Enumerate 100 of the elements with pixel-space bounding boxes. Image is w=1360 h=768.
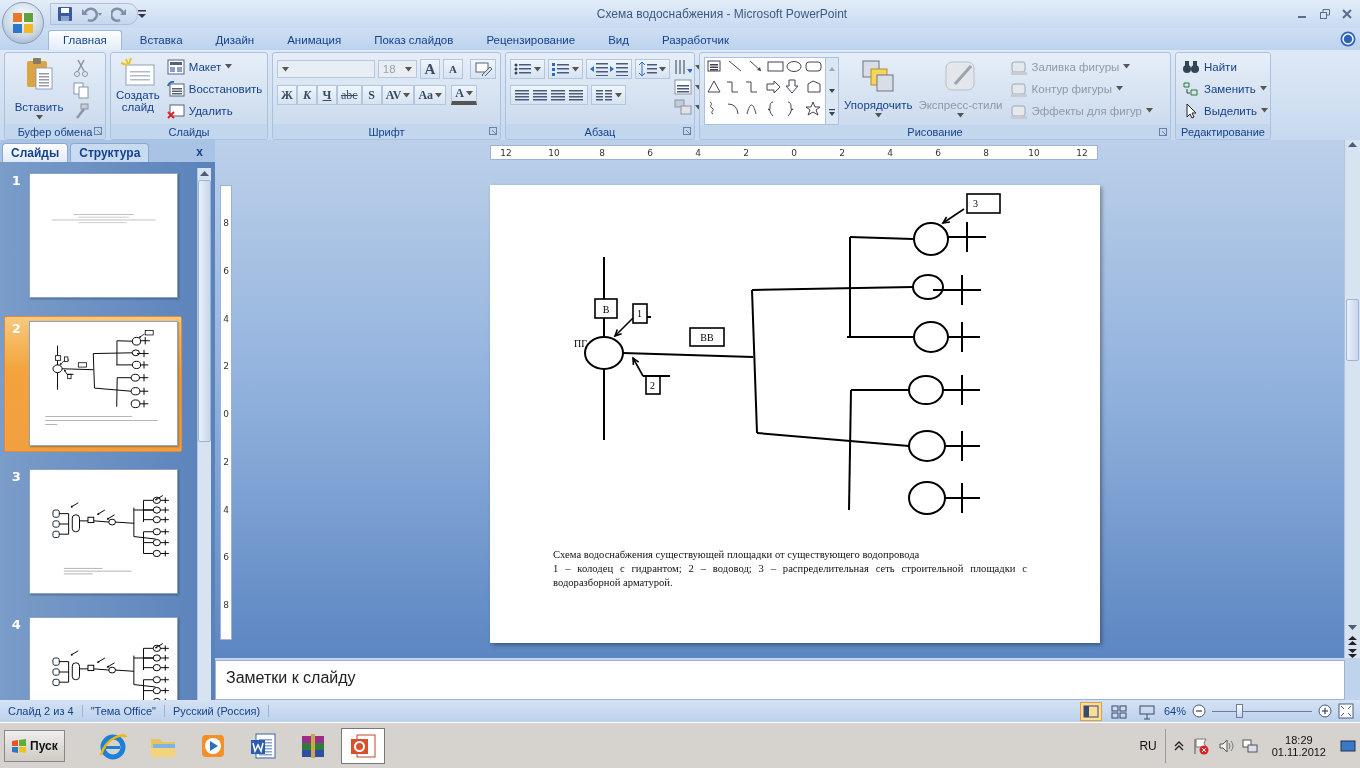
- caret-icon[interactable]: [615, 92, 622, 98]
- ruler-label: 4: [886, 146, 894, 159]
- arrange-button[interactable]: Упорядочить: [843, 57, 914, 125]
- browser-icon[interactable]: [97, 731, 128, 761]
- increase-indent-icon[interactable]: [610, 62, 628, 76]
- caret-icon[interactable]: [403, 92, 411, 98]
- zoom-level[interactable]: 64%: [1163, 705, 1186, 717]
- diagram-label: ПГ: [574, 338, 587, 349]
- dialog-launcher-icon[interactable]: [94, 127, 102, 135]
- scrollbar-thumb[interactable]: [198, 180, 211, 442]
- next-slide-icon[interactable]: [1348, 649, 1357, 659]
- ribbon-tab[interactable]: Дизайн: [200, 30, 270, 50]
- undo-icon[interactable]: [81, 6, 103, 22]
- previous-slide-icon[interactable]: [1348, 636, 1357, 646]
- ribbon-tab[interactable]: Разработчик: [647, 30, 745, 50]
- ruler-label: 12: [1076, 146, 1088, 159]
- text-direction-icon[interactable]: [674, 59, 692, 75]
- taskbar-app[interactable]: [340, 728, 385, 764]
- arrange-icon: [862, 60, 895, 92]
- clear-formatting-icon[interactable]: [474, 62, 492, 76]
- paste-button[interactable]: Вставить: [9, 57, 69, 124]
- start-button[interactable]: Пуск: [4, 730, 65, 762]
- ruler-label: 2: [222, 455, 230, 468]
- caret-icon[interactable]: [465, 91, 473, 96]
- align-text-icon[interactable]: [674, 79, 692, 95]
- cut-icon[interactable]: [73, 59, 89, 77]
- dialog-launcher-icon[interactable]: [1159, 128, 1167, 136]
- language-indicator[interactable]: RU: [1139, 739, 1157, 753]
- replace-icon[interactable]: [1182, 80, 1200, 97]
- layout-button[interactable]: Макет: [164, 57, 265, 76]
- zoom-out-icon[interactable]: [1192, 704, 1206, 718]
- customize-toolbar-icon[interactable]: [138, 9, 146, 19]
- view-button[interactable]: [1079, 701, 1102, 721]
- caret-icon[interactable]: [1261, 108, 1269, 113]
- status-text: Русский (Россия): [164, 705, 270, 717]
- font-name-field[interactable]: [277, 60, 375, 78]
- ribbon-tab[interactable]: Главная: [48, 30, 122, 50]
- scrollbar-thumb[interactable]: [1346, 299, 1359, 361]
- dialog-launcher-icon[interactable]: [683, 127, 691, 135]
- scrollbar[interactable]: [197, 168, 211, 700]
- caption-text: Схема водоснабжения существующей площадки от существующего водопровода: [553, 548, 921, 562]
- office-button[interactable]: [2, 2, 44, 44]
- network-icon[interactable]: [1241, 738, 1258, 754]
- columns-icon[interactable]: [595, 88, 613, 102]
- ribbon-tab[interactable]: Рецензирование: [471, 30, 591, 50]
- restore-icon[interactable]: [1320, 9, 1330, 19]
- chevron-up-icon[interactable]: [1173, 741, 1184, 751]
- reset-button[interactable]: Восстановить: [164, 79, 265, 98]
- ribbon-tab[interactable]: Вид: [593, 30, 644, 50]
- numbering-icon[interactable]: [552, 62, 570, 76]
- binoculars-icon[interactable]: [1182, 58, 1200, 75]
- zoom-in-icon[interactable]: [1318, 704, 1332, 718]
- scrollbar[interactable]: [1344, 140, 1360, 659]
- save-icon[interactable]: [57, 6, 73, 22]
- flag-error-icon[interactable]: [1191, 737, 1210, 755]
- delete-button[interactable]: Удалить: [164, 101, 265, 120]
- caret-icon[interactable]: [572, 66, 579, 72]
- fit-to-window-icon[interactable]: [1338, 703, 1354, 719]
- group-label: Шрифт: [368, 125, 405, 138]
- ribbon-tab[interactable]: Анимация: [272, 30, 357, 50]
- caret-icon[interactable]: [225, 64, 233, 69]
- window-title: Схема водоснабжения - Microsoft PowerPoint: [595, 7, 849, 21]
- ruler-label: 6: [222, 264, 230, 277]
- bullets-icon[interactable]: [514, 62, 532, 76]
- editing-button[interactable]: Выделить: [1180, 101, 1271, 120]
- caret-icon[interactable]: [435, 92, 443, 98]
- speaker-icon[interactable]: [1217, 738, 1234, 754]
- close-icon[interactable]: [1342, 9, 1352, 19]
- close-panel-button[interactable]: x: [190, 144, 209, 160]
- caret-icon[interactable]: [534, 66, 541, 72]
- editing-button[interactable]: Найти: [1180, 57, 1271, 76]
- help-icon[interactable]: [1340, 31, 1356, 47]
- ribbon-tab[interactable]: Вставка: [124, 30, 198, 50]
- clock-date: 01.11.2012: [1271, 746, 1326, 758]
- panel-tab[interactable]: Слайды: [2, 143, 69, 162]
- panel-tab[interactable]: Структура: [70, 143, 150, 162]
- redo-icon[interactable]: [111, 6, 127, 22]
- justify-icon[interactable]: [568, 88, 584, 102]
- caret-icon[interactable]: [659, 66, 666, 72]
- caret-icon[interactable]: [282, 66, 289, 72]
- diagram-label: 1: [637, 308, 642, 319]
- ruler-label: 8: [222, 599, 230, 611]
- align-center-icon[interactable]: [532, 88, 548, 102]
- editing-button[interactable]: Заменить: [1180, 79, 1271, 98]
- dialog-launcher-icon[interactable]: [489, 127, 497, 135]
- notes-field[interactable]: Заметки к слайду: [215, 660, 1345, 700]
- line-spacing-icon[interactable]: [639, 62, 657, 76]
- ruler-label: 2: [742, 146, 750, 159]
- align-right-icon[interactable]: [550, 88, 566, 102]
- zoom-slider[interactable]: [1212, 706, 1312, 716]
- ruler-label: 8: [222, 217, 230, 229]
- show-desktop-icon[interactable]: [1340, 738, 1356, 754]
- scroll-down-icon[interactable]: [1348, 623, 1357, 633]
- caret-icon[interactable]: [1259, 86, 1267, 91]
- decrease-indent-icon[interactable]: [590, 62, 608, 76]
- ribbon-tab[interactable]: Показ слайдов: [359, 30, 469, 50]
- caret-icon[interactable]: [874, 113, 882, 118]
- caret-icon[interactable]: [35, 115, 43, 120]
- new-slide-button[interactable]: Создать слайд: [115, 57, 161, 124]
- align-left-icon[interactable]: [514, 88, 530, 102]
